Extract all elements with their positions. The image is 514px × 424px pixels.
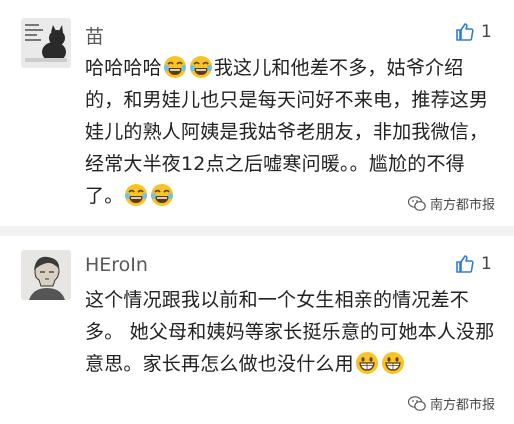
comment-text: 哈哈哈哈 我这儿和他差不多，姑爷介绍的，和男娃儿也只是每天问好不来电，推荐这男娃儿…	[85, 52, 495, 212]
watermark-text: 南方都市报	[430, 198, 496, 213]
username[interactable]: 苗	[85, 22, 104, 49]
comment-text: 这个情况跟我以前和一个女生相亲的情况差不多。 她父母和姨妈等家长挺乐意的可她本人…	[85, 284, 495, 380]
comment-card: 苗 1 哈哈哈哈 我这儿和他差不多，姑爷介绍的，和男娃儿也只是每天问好不来电，推荐…	[0, 0, 514, 226]
comment-card: HEroIn 1 这个情况跟我以前和一个女生相亲的情况差不多。 她父母和姨妈等家…	[0, 236, 514, 424]
grinning-emoji-icon	[381, 351, 405, 375]
avatar[interactable]	[21, 250, 71, 300]
thumbs-up-icon	[456, 23, 474, 41]
username[interactable]: HEroIn	[85, 254, 148, 276]
thumbs-up-icon	[456, 255, 474, 273]
tears-of-joy-emoji-icon	[163, 55, 187, 79]
watermark-text: 南方都市报	[430, 398, 496, 413]
like-count: 1	[481, 22, 492, 42]
like-button[interactable]: 1	[455, 254, 492, 274]
watermark: 南方都市报	[408, 394, 495, 413]
comment-text-start: 哈哈哈哈	[85, 57, 162, 79]
wechat-logo-icon	[408, 395, 426, 411]
like-count: 1	[481, 254, 492, 274]
tears-of-joy-emoji-icon	[150, 183, 174, 207]
tears-of-joy-emoji-icon	[124, 183, 148, 207]
watermark: 南方都市报	[408, 194, 495, 213]
comment-text-main: 这个情况跟我以前和一个女生相亲的情况差不多。 她父母和姨妈等家长挺乐意的可她本人…	[85, 289, 495, 375]
avatar[interactable]	[21, 18, 71, 68]
grinning-emoji-icon	[355, 351, 379, 375]
tears-of-joy-emoji-icon	[189, 55, 213, 79]
wechat-logo-icon	[408, 195, 426, 211]
like-button[interactable]: 1	[455, 22, 492, 42]
